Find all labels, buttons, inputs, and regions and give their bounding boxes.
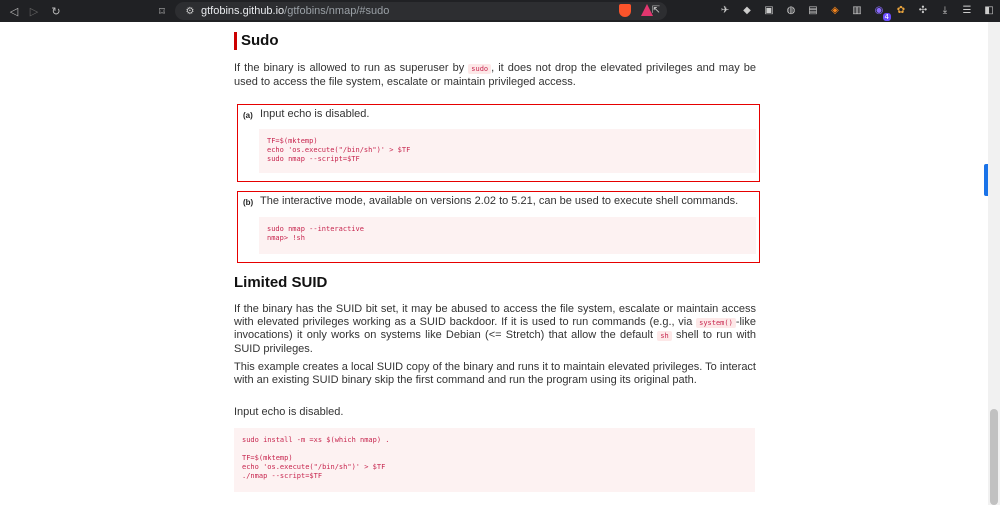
extension-icon[interactable]: ▣ [762,3,776,17]
text: If the binary is allowed to run as super… [234,62,469,74]
sudo-item-b: (b) The interactive mode, available on v… [237,191,760,263]
item-label: (a) [243,111,253,120]
metamask-icon[interactable]: ◈ [828,3,842,17]
sudo-item-a: (a) Input echo is disabled. TF=$(mktemp)… [237,104,760,182]
code-block[interactable]: sudo nmap --interactive nmap> !sh [259,217,756,254]
address-bar[interactable]: ⚙ gtfobins.github.io/gtfobins/nmap/#sudo… [175,2,667,20]
extension-badge: 4 [882,13,891,21]
url-host: gtfobins.github.io [201,5,285,17]
menu-icon[interactable]: ☰ [960,3,974,17]
page-content: Sudo If the binary is allowed to run as … [234,22,760,505]
extension-icon[interactable]: ◆ [740,3,754,17]
site-info-icon[interactable]: ⚙ [183,4,197,18]
forward-icon[interactable]: ▷ [24,1,44,21]
extensions-bar: ✈ ◆ ▣ ◍ ▤ ◈ ▥ ◉4 ✿ ✣ ⤓ ☰ ◧ ▭ ⋮ [718,3,1000,21]
sidebar-icon[interactable]: ◧ [982,3,996,17]
reload-icon[interactable]: ↻ [46,1,66,21]
puzzle-icon[interactable]: ✣ [916,3,930,17]
item-label: (b) [243,198,254,207]
bookmark-icon[interactable]: ⌑ [152,1,172,21]
item-text: Input echo is disabled. [260,108,370,120]
back-icon[interactable]: ◁ [4,1,24,21]
inline-code: sudo [468,64,492,74]
url-path: /gtfobins/nmap/#sudo [284,5,390,17]
translate-icon[interactable]: ▤ [806,3,820,17]
browser-toolbar: ◁ ▷ ↻ ⌑ ⚙ gtfobins.github.io/gtfobins/nm… [0,0,1000,22]
text: If the binary has the SUID bit set, it m… [234,303,756,328]
brave-rewards-icon[interactable] [641,4,653,16]
inline-code: sh [657,331,672,341]
extension-icon[interactable]: ◉ 4 [872,3,891,21]
item-text: The interactive mode, available on versi… [260,195,739,207]
extension-icon[interactable]: ▥ [850,3,864,17]
download-icon[interactable]: ⤓ [938,3,952,17]
suid-paragraph-1: If the binary has the SUID bit set, it m… [234,303,756,355]
section-title-limited-suid: Limited SUID [234,274,328,291]
brave-shields-icon[interactable] [619,4,631,17]
code-block[interactable]: TF=$(mktemp) echo 'os.execute("/bin/sh")… [259,129,756,173]
suid-paragraph-2: This example creates a local SUID copy o… [234,361,756,386]
cookie-icon[interactable]: ✿ [894,3,908,17]
suid-note: Input echo is disabled. [234,406,344,418]
code-block[interactable]: sudo install -m =xs $(which nmap) . TF=$… [234,428,755,492]
extension-icon[interactable]: ✈ [718,3,732,17]
section-title-sudo: Sudo [234,32,279,50]
scrollbar-thumb[interactable] [990,409,998,505]
sudo-intro: If the binary is allowed to run as super… [234,62,756,88]
globe-icon[interactable]: ◍ [784,3,798,17]
inline-code: system() [696,317,736,328]
